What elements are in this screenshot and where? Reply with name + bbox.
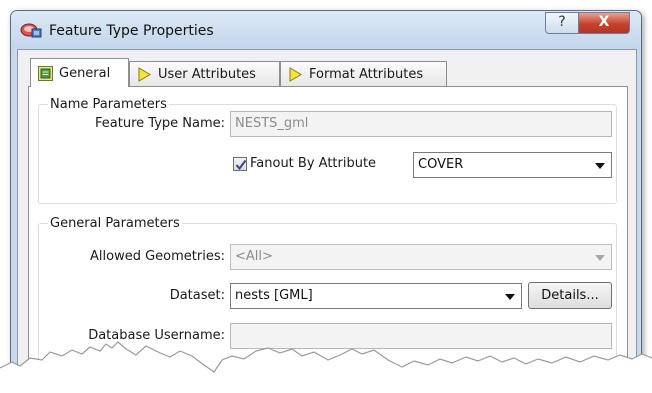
torn-edge-overlay xyxy=(0,341,652,393)
